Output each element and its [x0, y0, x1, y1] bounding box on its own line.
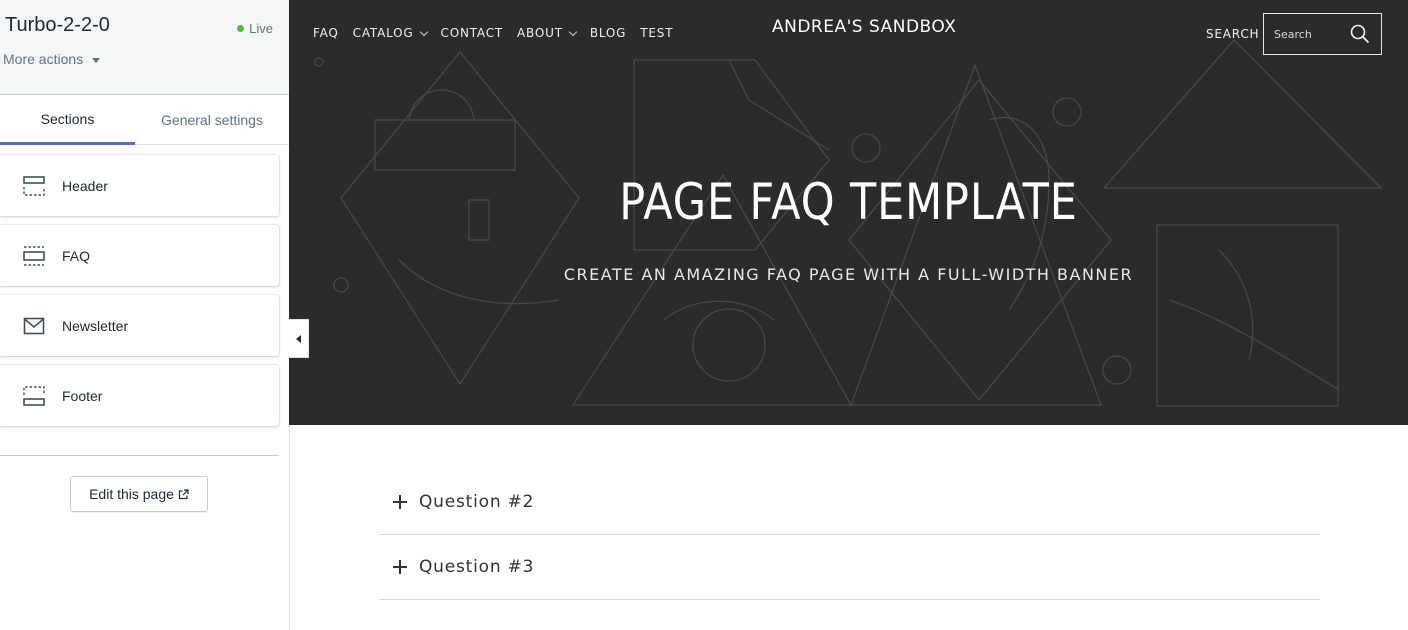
- search-link[interactable]: SEARCH: [1206, 27, 1259, 41]
- search-box: [1263, 13, 1382, 55]
- section-item-label: Footer: [62, 387, 103, 404]
- nav-item-label: ABOUT: [517, 26, 563, 40]
- search-input[interactable]: [1274, 27, 1350, 41]
- sidebar-divider: [0, 455, 279, 456]
- section-layout-icon: [23, 245, 45, 266]
- live-status-label: Live: [249, 21, 273, 36]
- theme-editor-sidebar: Turbo-2-2-0 Live More actions Sections G…: [0, 0, 290, 630]
- search-icon[interactable]: [1350, 24, 1370, 44]
- more-actions-button[interactable]: More actions: [3, 51, 101, 67]
- edit-page-button[interactable]: Edit this page: [70, 476, 208, 512]
- page-banner: FAQ CATALOG CONTACT ABOUT BLOG TEST ANDR…: [289, 0, 1408, 425]
- sidebar-tabs: Sections General settings: [0, 95, 289, 145]
- caret-down-icon: [92, 57, 101, 63]
- nav-item-label: BLOG: [589, 26, 627, 40]
- faq-question-text: Question #2: [419, 492, 535, 512]
- banner-title: PAGE FAQ TEMPLATE: [619, 173, 1078, 231]
- nav-item-label: TEST: [640, 26, 674, 40]
- chevron-down-icon: [568, 27, 578, 36]
- banner-subtitle: CREATE AN AMAZING FAQ PAGE WITH A FULL-W…: [563, 265, 1134, 284]
- external-link-icon: [178, 488, 189, 499]
- live-status-badge: Live: [237, 21, 273, 36]
- caret-left-icon: [296, 334, 301, 343]
- nav-item-catalog[interactable]: CATALOG: [352, 26, 428, 40]
- nav-item-label: FAQ: [313, 26, 339, 40]
- plus-icon: [393, 495, 407, 509]
- nav-item-faq[interactable]: FAQ: [313, 26, 339, 40]
- nav-item-blog[interactable]: BLOG: [590, 26, 626, 40]
- chevron-down-icon: [419, 27, 428, 36]
- live-dot-icon: [237, 25, 245, 32]
- more-actions-label: More actions: [3, 51, 84, 67]
- faq-question-text: Question #3: [419, 557, 535, 577]
- sidebar-header: Turbo-2-2-0 Live More actions: [0, 0, 289, 95]
- section-item-label: FAQ: [62, 247, 91, 264]
- envelope-icon: [23, 317, 45, 334]
- plus-icon: [393, 560, 407, 574]
- section-item-newsletter[interactable]: Newsletter: [0, 295, 279, 356]
- nav-item-label: CONTACT: [440, 26, 504, 40]
- nav-item-test[interactable]: TEST: [640, 26, 673, 40]
- section-item-header[interactable]: Header: [0, 155, 279, 216]
- header-layout-icon: [23, 175, 45, 196]
- section-item-label: Header: [62, 177, 108, 194]
- tab-sections[interactable]: Sections: [0, 95, 135, 145]
- tab-general-settings[interactable]: General settings: [135, 95, 289, 145]
- collapse-sidebar-button[interactable]: [289, 319, 309, 358]
- footer-layout-icon: [23, 385, 45, 406]
- edit-page-label: Edit this page: [89, 486, 174, 502]
- section-item-faq[interactable]: FAQ: [0, 225, 279, 286]
- main-navigation: FAQ CATALOG CONTACT ABOUT BLOG TEST: [313, 26, 687, 40]
- site-title[interactable]: ANDREA'S SANDBOX: [772, 17, 956, 37]
- faq-question-row[interactable]: Question #2: [379, 470, 1320, 535]
- faq-question-row[interactable]: Question #3: [379, 535, 1320, 600]
- nav-item-contact[interactable]: CONTACT: [441, 26, 504, 40]
- nav-item-about[interactable]: ABOUT: [517, 26, 578, 40]
- section-item-footer[interactable]: Footer: [0, 365, 279, 426]
- nav-item-label: CATALOG: [352, 26, 414, 40]
- theme-name: Turbo-2-2-0: [5, 14, 110, 36]
- section-item-label: Newsletter: [62, 317, 129, 334]
- store-preview: FAQ CATALOG CONTACT ABOUT BLOG TEST ANDR…: [289, 0, 1408, 630]
